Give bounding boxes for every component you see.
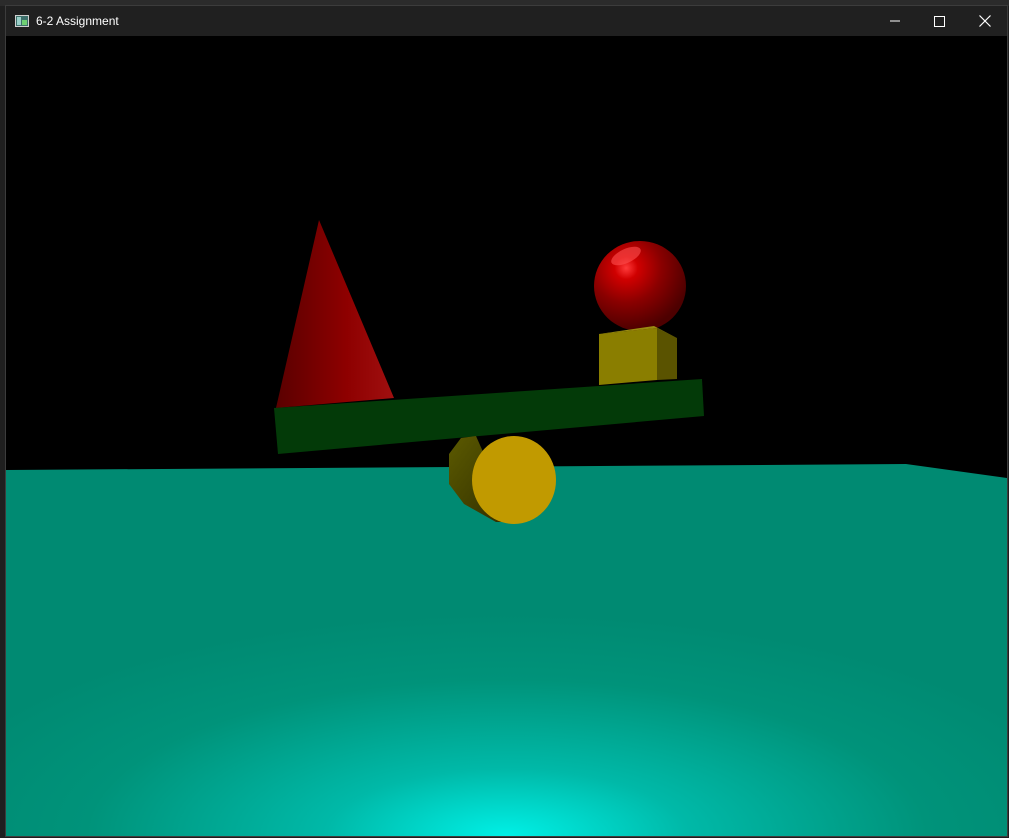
maximize-button[interactable] — [917, 6, 962, 36]
cone — [276, 220, 394, 408]
render-viewport[interactable] — [6, 36, 1007, 836]
window-title: 6-2 Assignment — [36, 14, 119, 28]
caption-buttons — [872, 6, 1007, 36]
cube-side — [657, 328, 677, 380]
close-button[interactable] — [962, 6, 1007, 36]
minimize-icon — [889, 20, 900, 22]
title-bar[interactable]: 6-2 Assignment — [6, 6, 1007, 36]
cube-front — [599, 328, 657, 385]
close-icon — [978, 15, 991, 27]
sphere — [594, 241, 686, 331]
maximize-icon — [934, 15, 945, 27]
app-window-icon — [15, 15, 29, 27]
app-window: 6-2 Assignment — [5, 5, 1008, 837]
scene-canvas — [6, 220, 1007, 836]
minimize-button[interactable] — [872, 6, 917, 36]
cylinder-face — [472, 436, 556, 524]
